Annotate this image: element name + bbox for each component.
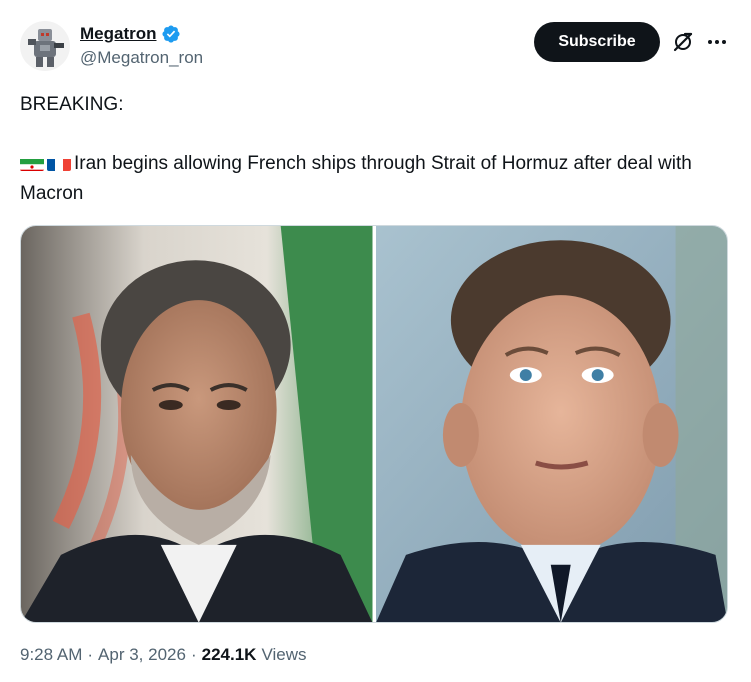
post-body: Iran begins allowing French ships throug… (20, 153, 692, 204)
display-name[interactable]: Megatron (80, 24, 157, 44)
post-text: Iran begins allowing French ships throug… (20, 149, 720, 209)
tweet: Megatron @Megatron_ron Subscribe BREAKIN… (0, 0, 751, 682)
author-handle[interactable]: @Megatron_ron (80, 48, 203, 68)
media-grid (20, 225, 728, 623)
subscribe-button[interactable]: Subscribe (534, 22, 660, 62)
photo-emmanuel-macron[interactable] (375, 226, 727, 622)
views-count: 224.1K (201, 645, 257, 664)
iran-flag-icon (20, 155, 44, 171)
post-date[interactable]: Apr 3, 2026 (98, 645, 186, 665)
meta-separator: · (87, 645, 94, 664)
verified-badge-icon (161, 25, 180, 43)
post-time[interactable]: 9:28 AM (20, 645, 82, 665)
views-label: Views (261, 645, 307, 664)
france-flag-icon (47, 155, 71, 171)
meta-separator: · (190, 645, 197, 664)
more-icon[interactable] (705, 30, 729, 54)
grok-icon[interactable] (671, 30, 695, 54)
post-meta: 9:28 AM · Apr 3, 2026 · 224.1K Views (20, 645, 307, 665)
post-breaking-line: BREAKING: (20, 94, 124, 115)
author-name-row: Megatron (80, 22, 181, 46)
photo-iranian-official[interactable] (21, 226, 373, 622)
avatar[interactable] (20, 21, 70, 71)
